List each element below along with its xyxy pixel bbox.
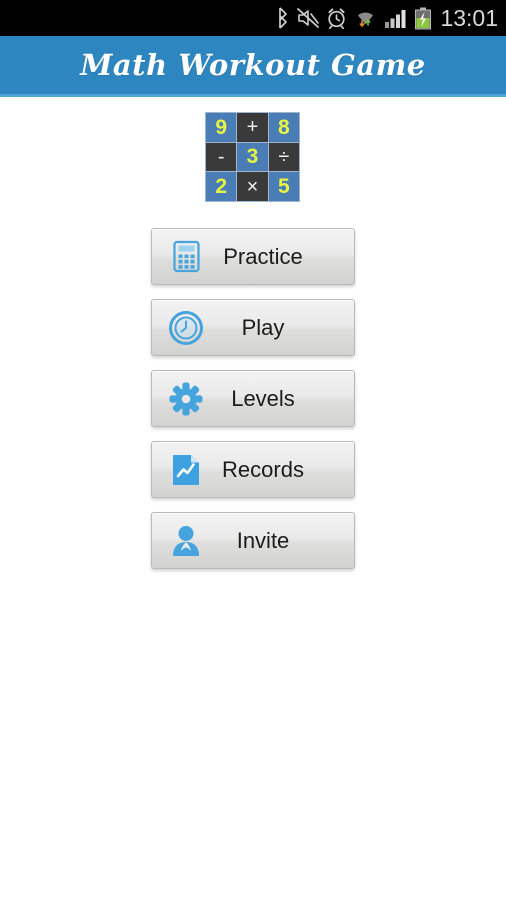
chart-document-icon — [166, 450, 206, 490]
wifi-icon — [354, 7, 377, 29]
person-icon — [166, 521, 206, 561]
gear-icon — [166, 379, 206, 419]
stopwatch-icon — [166, 308, 206, 348]
play-button-label: Play — [241, 314, 285, 340]
records-button-label: Records — [222, 456, 304, 482]
status-bar-icons — [275, 7, 432, 30]
alarm-icon — [326, 7, 347, 30]
logo-cell-9: 9 — [206, 113, 237, 142]
practice-button[interactable]: Practice — [151, 228, 355, 285]
main-menu: Practice Play Levels Records Invite — [151, 228, 355, 583]
logo-cell-minus: - — [206, 142, 237, 172]
math-grid-logo: 9 + 8 - 3 ÷ 2 × 5 — [205, 112, 300, 202]
logo-cell-divide: ÷ — [268, 142, 299, 172]
levels-button-label: Levels — [231, 385, 295, 411]
app-title-bar: Math Workout Game — [0, 36, 506, 97]
status-bar-clock: 13:01 — [440, 5, 498, 31]
practice-button-label: Practice — [223, 243, 303, 269]
play-button[interactable]: Play — [151, 299, 355, 356]
levels-button[interactable]: Levels — [151, 370, 355, 427]
app-title: Math Workout Game — [80, 48, 426, 82]
battery-charging-icon — [414, 7, 432, 30]
logo-cell-plus: + — [237, 113, 268, 142]
calculator-icon — [166, 237, 206, 277]
logo-cell-2: 2 — [206, 172, 237, 201]
cellular-signal-icon — [384, 8, 407, 29]
invite-button-label: Invite — [236, 527, 290, 553]
invite-button[interactable]: Invite — [151, 512, 355, 569]
bluetooth-icon — [275, 7, 290, 29]
logo-cell-multiply: × — [237, 172, 268, 201]
status-bar: 13:01 — [0, 0, 506, 36]
records-button[interactable]: Records — [151, 441, 355, 498]
logo-cell-3: 3 — [237, 142, 268, 172]
logo-cell-5: 5 — [268, 172, 299, 201]
mute-icon — [297, 8, 320, 28]
logo-cell-8: 8 — [268, 113, 299, 142]
